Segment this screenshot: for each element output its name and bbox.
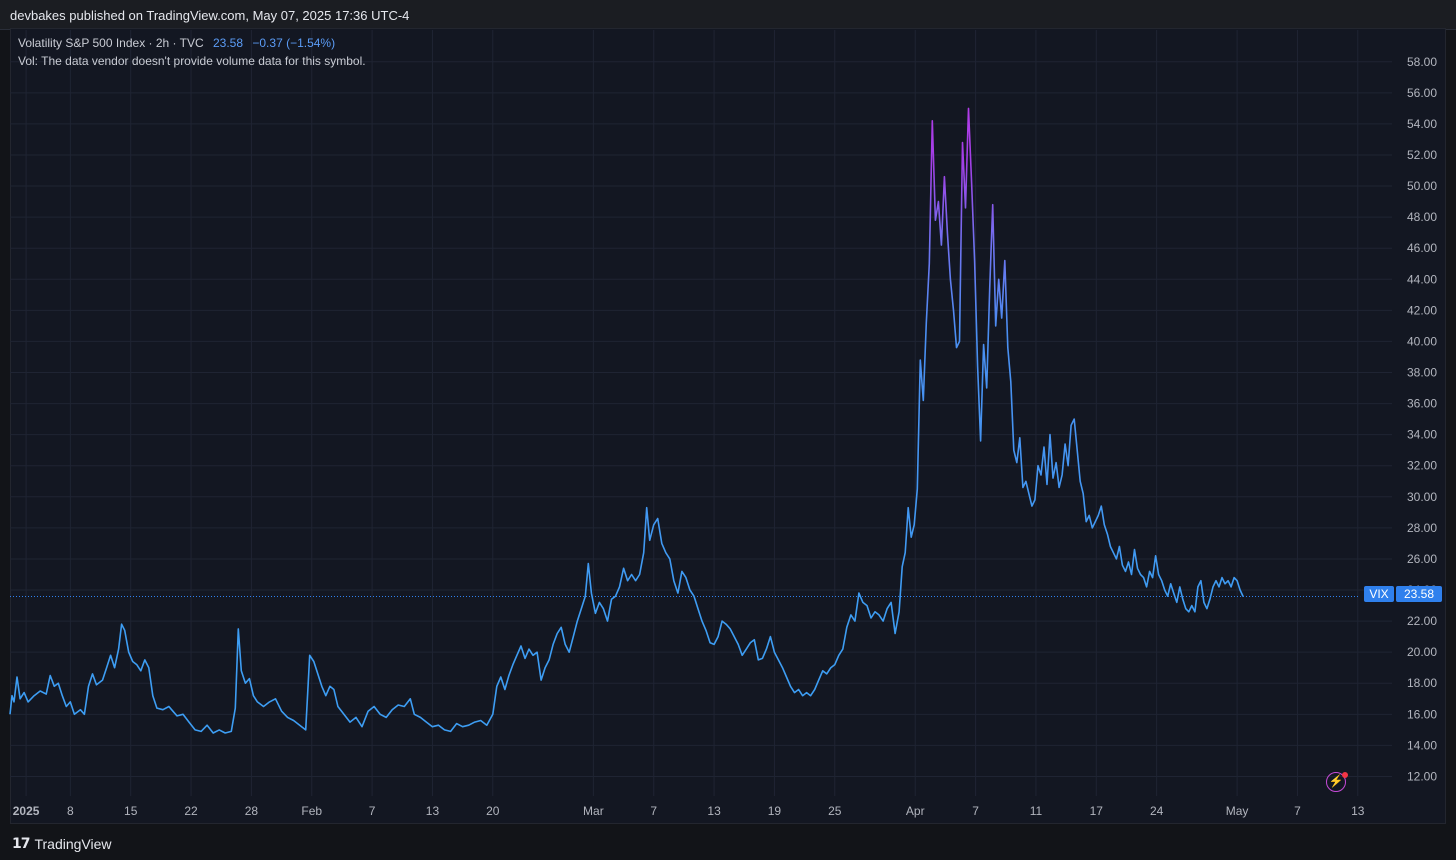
x-axis: 2025 8 15 22 28 Feb 7 13 20 Mar 7 13 19 25 Apr 7 11 17 24 M… (13, 804, 1365, 818)
x-tick-label: 17 (1090, 804, 1104, 818)
x-tick-label: Mar (583, 804, 604, 818)
footer-bar (0, 826, 1456, 860)
x-tick-label: 25 (828, 804, 842, 818)
y-tick-label: 22.00 (1407, 614, 1437, 628)
vix-series-line (9, 107, 1244, 734)
symbol-legend[interactable]: Volatility S&P 500 Index · 2h · TVC 23.5… (18, 36, 335, 50)
x-tick-label: 7 (369, 804, 376, 818)
tradingview-logo-text: TradingView (34, 836, 112, 852)
x-tick-label: 13 (1351, 804, 1365, 818)
x-tick-label: Apr (906, 804, 925, 818)
y-tick-label: 44.00 (1407, 272, 1437, 286)
y-tick-label: 36.00 (1407, 397, 1437, 411)
y-tick-label: 12.00 (1407, 769, 1437, 783)
y-tick-label: 54.00 (1407, 117, 1437, 131)
x-tick-label: 28 (245, 804, 259, 818)
x-tick-label: 24 (1150, 804, 1164, 818)
x-tick-label: 8 (67, 804, 74, 818)
y-axis: 12.0014.0016.0018.0020.0022.0024.0026.00… (1407, 55, 1437, 784)
y-tick-label: 26.00 (1407, 552, 1437, 566)
x-tick-label: 20 (486, 804, 500, 818)
tradingview-logo-icon: 17 (12, 836, 31, 852)
y-tick-label: 32.00 (1407, 459, 1437, 473)
y-tick-label: 58.00 (1407, 55, 1437, 69)
price-change: −0.37 (−1.54%) (252, 36, 336, 50)
y-tick-label: 14.00 (1407, 738, 1437, 752)
y-tick-label: 30.00 (1407, 490, 1437, 504)
x-tick-label: 19 (768, 804, 782, 818)
y-tick-label: 48.00 (1407, 210, 1437, 224)
symbol-info: Volatility S&P 500 Index · 2h · TVC (18, 36, 204, 50)
tradingview-logo[interactable]: 17 TradingView (12, 836, 112, 852)
y-tick-label: 40.00 (1407, 334, 1437, 348)
x-tick-label: 7 (650, 804, 657, 818)
x-tick-label: 2025 (13, 804, 40, 818)
x-tick-label: 13 (426, 804, 440, 818)
y-tick-label: 20.00 (1407, 645, 1437, 659)
y-tick-label: 38.00 (1407, 365, 1437, 379)
x-tick-label: 13 (707, 804, 721, 818)
last-value: 23.58 (213, 36, 244, 50)
x-tick-label: 7 (1294, 804, 1301, 818)
x-tick-label: 11 (1030, 804, 1043, 818)
y-tick-label: 52.00 (1407, 148, 1437, 162)
grid-lines (10, 30, 1392, 796)
current-price-label: 23.58 (1396, 586, 1442, 602)
notification-dot (1342, 772, 1348, 778)
volume-note: Vol: The data vendor doesn't provide vol… (18, 54, 366, 68)
x-tick-label: 7 (972, 804, 979, 818)
x-tick-label: 22 (184, 804, 198, 818)
y-tick-label: 56.00 (1407, 86, 1437, 100)
x-tick-label: 15 (124, 804, 138, 818)
y-tick-label: 50.00 (1407, 179, 1437, 193)
vix-line-chart[interactable]: 12.0014.0016.0018.0020.0022.0024.0026.00… (0, 0, 1456, 860)
x-tick-label: Feb (301, 804, 322, 818)
y-tick-label: 28.00 (1407, 521, 1437, 535)
y-tick-label: 42.00 (1407, 303, 1437, 317)
x-tick-label: May (1226, 804, 1249, 818)
y-tick-label: 16.00 (1407, 707, 1437, 721)
y-tick-label: 34.00 (1407, 428, 1437, 442)
symbol-price-label: VIX (1364, 586, 1394, 602)
y-tick-label: 46.00 (1407, 241, 1437, 255)
y-tick-label: 18.00 (1407, 676, 1437, 690)
